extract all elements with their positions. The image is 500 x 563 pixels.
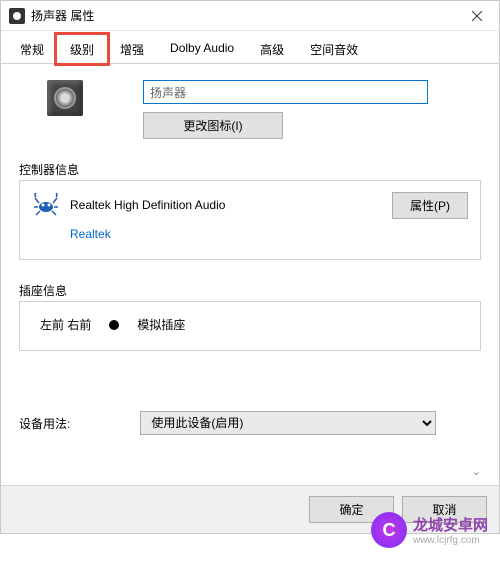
jack-row: 左前 右前 模拟插座: [32, 312, 468, 337]
tab-bar: 常规 级别 增强 Dolby Audio 高级 空间音效: [1, 31, 499, 64]
vendor-link[interactable]: Realtek: [70, 227, 468, 241]
device-controls: 更改图标(I): [143, 80, 481, 139]
watermark-text: 龙城安卓网 www.lcjrfg.com: [413, 514, 488, 546]
titlebar: 扬声器 属性: [1, 1, 499, 31]
tab-general[interactable]: 常规: [7, 35, 57, 63]
tab-enhancements[interactable]: 增强: [107, 35, 157, 63]
watermark: C 龙城安卓网 www.lcjrfg.com: [371, 512, 488, 548]
close-button[interactable]: [454, 1, 499, 30]
scroll-indicator: ⌄: [472, 465, 481, 478]
window-title: 扬声器 属性: [31, 7, 94, 24]
titlebar-left: 扬声器 属性: [9, 7, 94, 24]
device-name-input[interactable]: [143, 80, 428, 104]
device-speaker-icon: [47, 80, 83, 116]
watermark-logo-icon: C: [371, 512, 407, 548]
watermark-sub: www.lcjrfg.com: [413, 535, 488, 546]
controller-section-label: 控制器信息: [19, 161, 481, 178]
controller-fieldset: Realtek High Definition Audio 属性(P) Real…: [19, 180, 481, 260]
usage-row: 设备用法: 使用此设备(启用): [19, 411, 481, 435]
device-section: 更改图标(I): [47, 80, 481, 139]
jack-type: 模拟插座: [137, 316, 185, 333]
controller-row: Realtek High Definition Audio 属性(P): [32, 191, 468, 219]
tab-content: 更改图标(I) 控制器信息 Realtek High De: [1, 64, 499, 451]
tab-advanced[interactable]: 高级: [247, 35, 297, 63]
speaker-icon: [9, 8, 25, 24]
tab-levels[interactable]: 级别: [57, 35, 107, 63]
usage-select[interactable]: 使用此设备(启用): [140, 411, 436, 435]
properties-dialog: 扬声器 属性 常规 级别 增强 Dolby Audio 高级 空间音效 更改图标…: [0, 0, 500, 534]
jack-color-dot: [109, 320, 119, 330]
controller-name: Realtek High Definition Audio: [70, 198, 225, 212]
realtek-crab-icon: [32, 191, 60, 219]
jack-section-label: 插座信息: [19, 282, 481, 299]
controller-properties-button[interactable]: 属性(P): [392, 192, 468, 219]
change-icon-button[interactable]: 更改图标(I): [143, 112, 283, 139]
usage-label: 设备用法:: [19, 415, 70, 432]
tab-spatial[interactable]: 空间音效: [297, 35, 371, 63]
tab-dolby-audio[interactable]: Dolby Audio: [157, 35, 247, 63]
controller-left: Realtek High Definition Audio: [32, 191, 225, 219]
watermark-main: 龙城安卓网: [413, 514, 488, 535]
jack-fieldset: 左前 右前 模拟插座: [19, 301, 481, 351]
close-icon: [472, 11, 482, 21]
jack-position: 左前 右前: [40, 316, 91, 333]
